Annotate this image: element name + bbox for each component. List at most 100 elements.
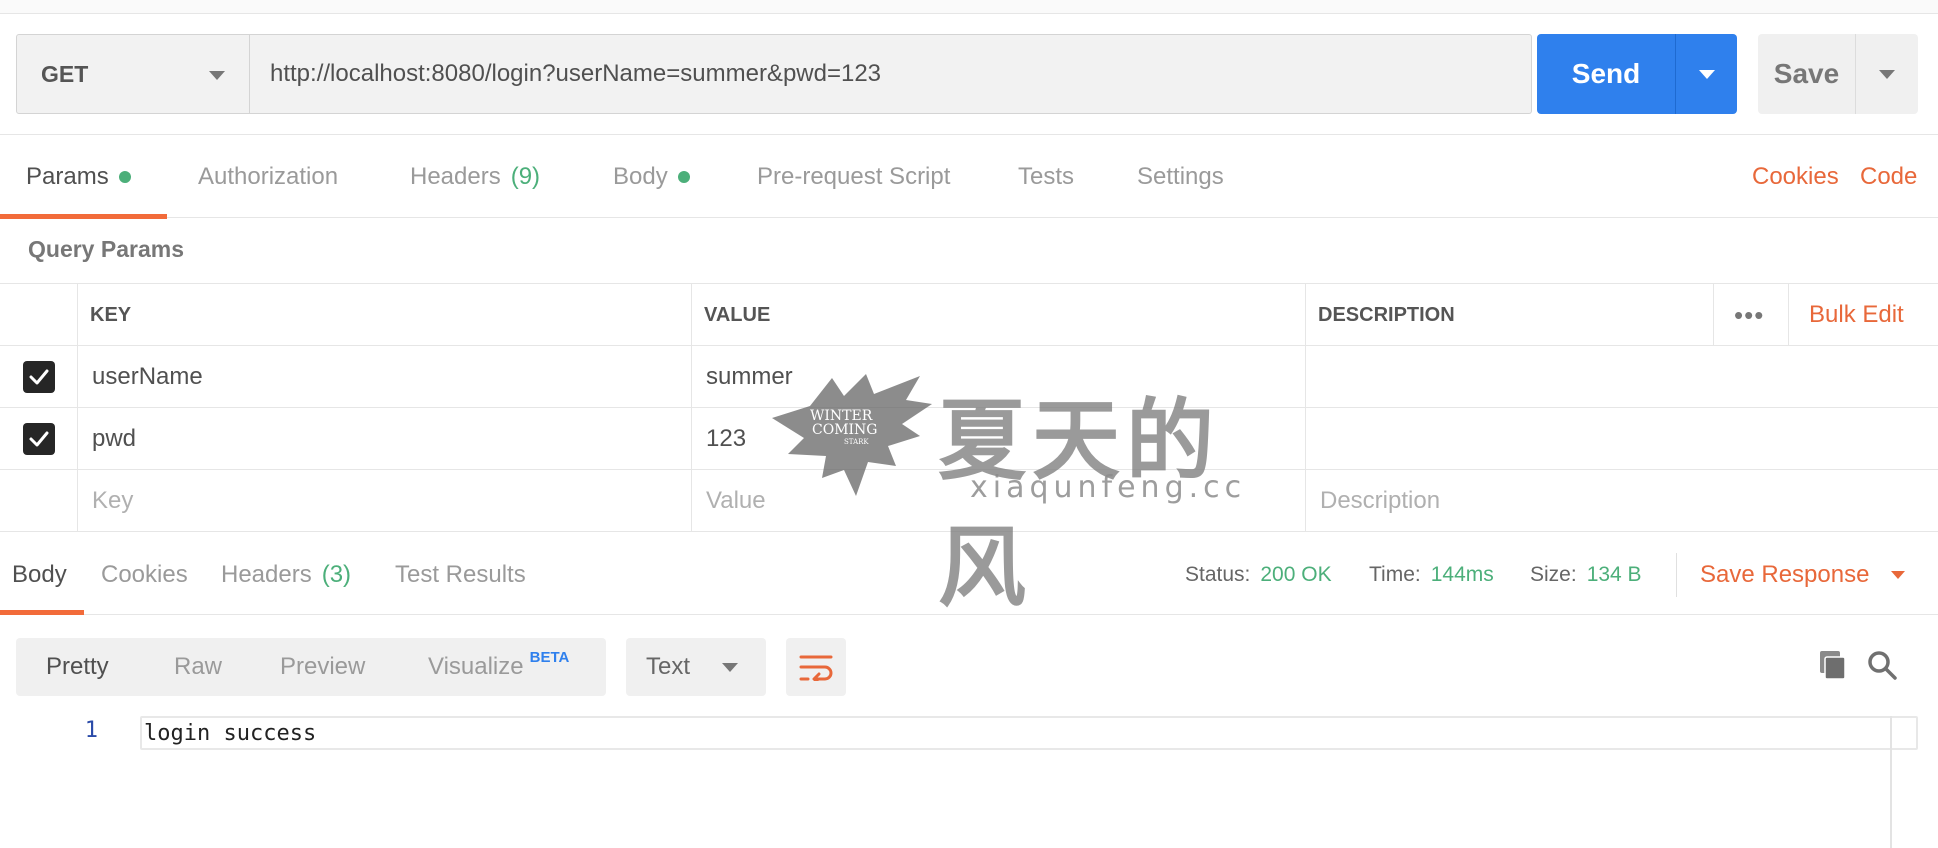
table-row: pwd 123 <box>0 408 1938 470</box>
row-checkbox-cell <box>0 346 77 408</box>
method-value: GET <box>41 60 89 87</box>
more-options-icon[interactable]: ••• <box>1713 284 1764 346</box>
line-number: 1 <box>84 718 98 743</box>
row-checkbox[interactable] <box>22 423 55 455</box>
column-header-key: KEY <box>77 284 691 346</box>
url-input[interactable]: http://localhost:8080/login?userName=sum… <box>250 34 1532 114</box>
view-preview-button[interactable]: Preview <box>280 638 365 696</box>
resp-tab-body[interactable]: Body <box>12 535 67 615</box>
code-link[interactable]: Code <box>1860 135 1917 219</box>
format-select[interactable]: Text <box>626 638 766 696</box>
param-key-cell[interactable]: pwd <box>77 408 691 470</box>
send-options-button[interactable] <box>1676 34 1737 114</box>
time-stat[interactable]: Time: 144ms <box>1369 535 1494 615</box>
tab-settings[interactable]: Settings <box>1137 135 1224 219</box>
new-description-input[interactable]: Description <box>1305 470 1938 532</box>
time-label: Time: <box>1369 563 1421 586</box>
save-response-button[interactable]: Save Response <box>1700 535 1906 615</box>
time-value: 144ms <box>1430 563 1494 586</box>
view-mode-segmented: Pretty Raw Preview Visualize BETA <box>16 638 606 696</box>
table-row: userName summer <box>0 346 1938 408</box>
new-key-input[interactable]: Key <box>77 470 691 532</box>
tab-body[interactable]: Body <box>613 135 690 219</box>
tab-tests-label: Tests <box>1018 163 1075 190</box>
visualize-label: Visualize <box>428 653 524 680</box>
copy-button[interactable] <box>1812 645 1852 685</box>
size-label: Size: <box>1530 563 1577 586</box>
format-value: Text <box>646 653 691 680</box>
param-value: 123 <box>706 425 747 452</box>
tab-params-label: Params <box>26 163 109 190</box>
resp-tab-headers[interactable]: Headers (3) <box>221 535 351 615</box>
response-tabs: Body Cookies Headers (3) Test Results St… <box>0 535 1938 615</box>
size-stat[interactable]: Size: 134 B <box>1530 535 1642 615</box>
send-button[interactable]: Send <box>1537 34 1676 114</box>
url-value: http://localhost:8080/login?userName=sum… <box>270 60 882 87</box>
params-header-row: KEY VALUE DESCRIPTION ••• Bulk Edit <box>0 284 1938 346</box>
resp-tab-headers-label: Headers <box>221 561 312 588</box>
search-button[interactable] <box>1862 645 1902 685</box>
response-body-text: login success <box>144 720 317 746</box>
send-button-group: Send <box>1537 34 1737 114</box>
column-header-value: VALUE <box>691 284 1305 346</box>
tab-headers-label: Headers <box>410 163 501 190</box>
headers-count: (9) <box>510 163 541 190</box>
chevron-down-icon <box>722 663 738 672</box>
resp-tab-test-results[interactable]: Test Results <box>395 535 526 615</box>
save-button-group: Save <box>1758 34 1918 114</box>
editor-scrollbar[interactable] <box>1890 716 1892 848</box>
active-response-tab-indicator <box>0 610 84 615</box>
active-tab-indicator <box>0 214 167 219</box>
method-select[interactable]: GET <box>16 34 250 114</box>
tab-pre-request-label: Pre-request Script <box>757 163 951 190</box>
tab-pre-request-script[interactable]: Pre-request Script <box>757 135 950 219</box>
tab-authorization-label: Authorization <box>198 163 339 190</box>
chevron-down-icon <box>1891 571 1906 579</box>
tab-settings-label: Settings <box>1137 163 1224 190</box>
request-bar: GET http://localhost:8080/login?userName… <box>16 34 1532 114</box>
wrap-lines-button[interactable] <box>786 638 846 696</box>
save-button[interactable]: Save <box>1758 34 1856 114</box>
chevron-down-icon <box>1879 69 1895 79</box>
resp-tab-cookies[interactable]: Cookies <box>101 535 188 615</box>
param-description-cell[interactable] <box>1305 346 1938 408</box>
param-value-cell[interactable]: summer <box>691 346 1305 408</box>
response-body-editor[interactable]: login success <box>140 716 1918 750</box>
header-check-cell <box>0 284 77 346</box>
param-value-cell[interactable]: 123 <box>691 408 1305 470</box>
row-checkbox-cell <box>0 408 77 470</box>
tab-headers[interactable]: Headers (9) <box>410 135 540 219</box>
copy-icon <box>1820 651 1846 680</box>
params-active-dot <box>118 171 131 183</box>
view-pretty-button[interactable]: Pretty <box>46 638 109 696</box>
bulk-edit-link[interactable]: Bulk Edit <box>1788 284 1904 346</box>
status-value: 200 OK <box>1260 563 1332 586</box>
tab-body-label: Body <box>613 163 668 190</box>
param-description-cell[interactable] <box>1305 408 1938 470</box>
params-table: KEY VALUE DESCRIPTION ••• Bulk Edit user… <box>0 283 1938 532</box>
tab-params[interactable]: Params <box>26 135 131 219</box>
view-visualize-button[interactable]: Visualize BETA <box>428 638 569 696</box>
new-value-input[interactable]: Value <box>691 470 1305 532</box>
row-checkbox-cell <box>0 470 77 532</box>
search-icon <box>1868 651 1897 680</box>
chevron-down-icon <box>209 71 225 80</box>
row-checkbox[interactable] <box>22 361 55 393</box>
view-raw-button[interactable]: Raw <box>174 638 222 696</box>
chevron-down-icon <box>1698 69 1715 79</box>
param-value: summer <box>706 363 793 390</box>
check-icon <box>29 369 48 385</box>
param-key: userName <box>92 363 203 390</box>
cookies-link[interactable]: Cookies <box>1752 135 1839 219</box>
tab-tests[interactable]: Tests <box>1018 135 1074 219</box>
save-options-button[interactable] <box>1856 34 1918 114</box>
beta-badge: BETA <box>529 648 570 666</box>
param-key-cell[interactable]: userName <box>77 346 691 408</box>
check-icon <box>29 431 48 447</box>
param-key: pwd <box>92 425 137 452</box>
request-tabs: Params Authorization Headers (9) Body Pr… <box>0 134 1938 219</box>
query-params-title: Query Params <box>28 236 184 262</box>
status-stat[interactable]: Status: 200 OK <box>1185 535 1332 615</box>
status-label: Status: <box>1185 563 1251 586</box>
tab-authorization[interactable]: Authorization <box>198 135 338 219</box>
